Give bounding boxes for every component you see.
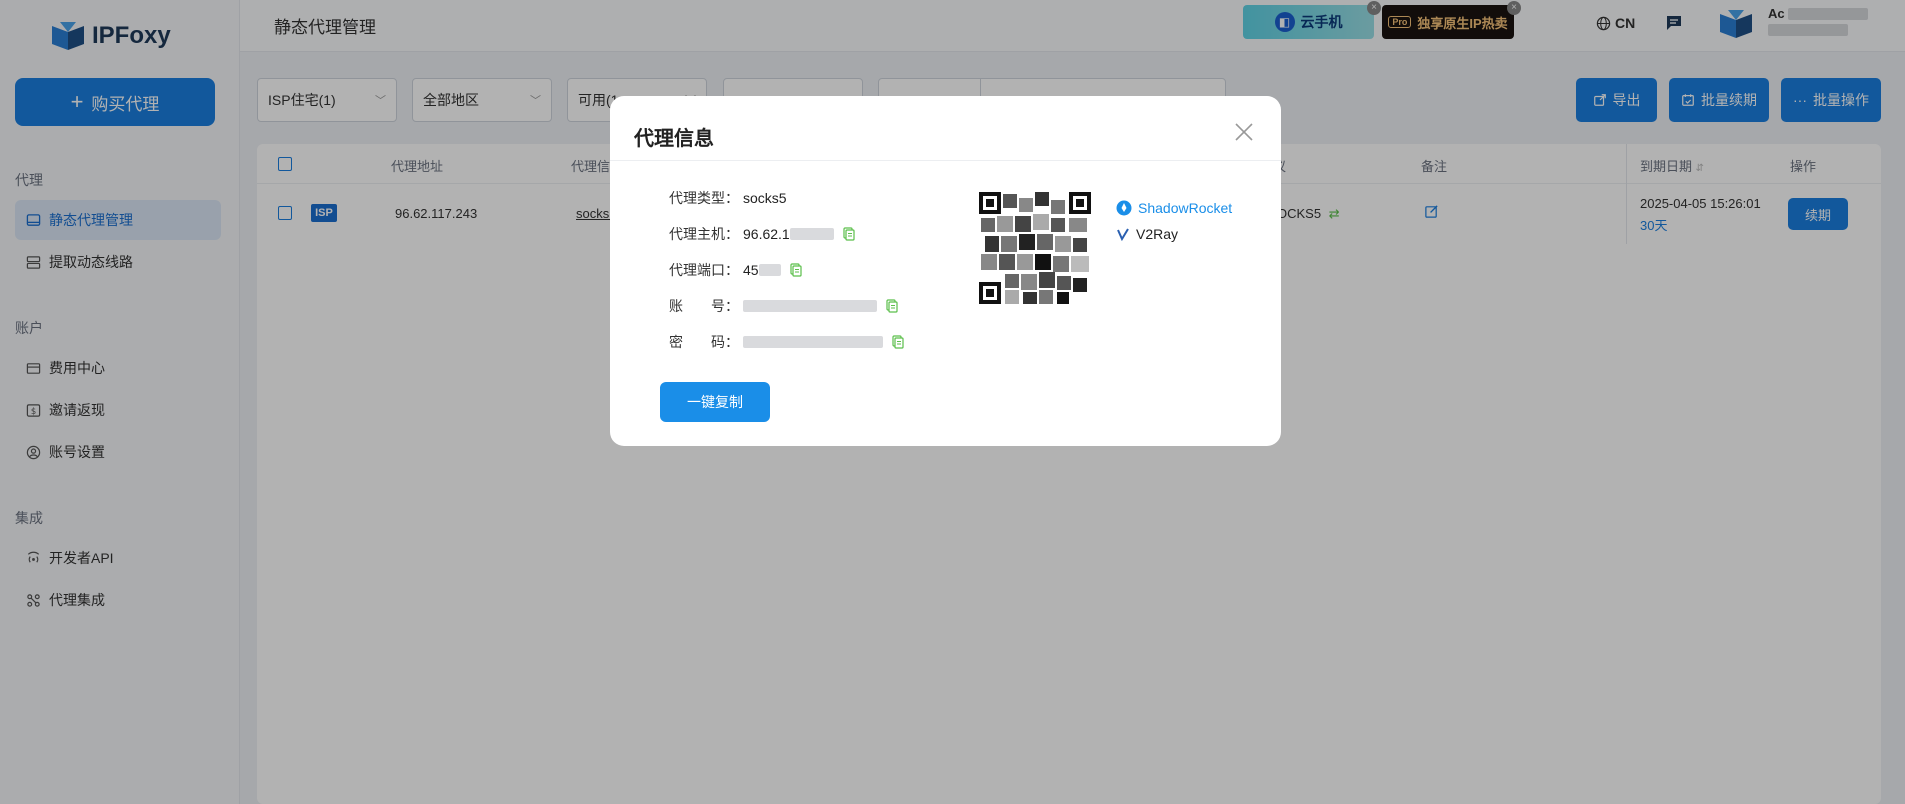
copy-icon[interactable] bbox=[891, 335, 905, 349]
proxy-type-row: 代理类型： socks5 bbox=[669, 188, 787, 208]
shadowrocket-link[interactable]: ShadowRocket bbox=[1116, 200, 1232, 216]
modal-divider bbox=[610, 160, 1281, 161]
proxy-info-modal: 代理信息 代理类型： socks5 代理主机： 96.62.1 代理端口： 45… bbox=[610, 96, 1281, 446]
proxy-port-value: 45 bbox=[743, 262, 759, 278]
proxy-host-value: 96.62.1 bbox=[743, 226, 790, 242]
proxy-type-value: socks5 bbox=[743, 190, 787, 206]
v2ray-icon bbox=[1117, 228, 1129, 241]
proxy-port-masked bbox=[758, 264, 781, 276]
proxy-host-masked bbox=[789, 228, 834, 240]
copy-icon[interactable] bbox=[842, 227, 856, 241]
proxy-type-label: 代理类型： bbox=[669, 190, 739, 206]
copy-icon[interactable] bbox=[789, 263, 803, 277]
shadowrocket-icon bbox=[1116, 200, 1132, 216]
account-label: 账 号： bbox=[669, 298, 739, 314]
copy-all-button[interactable]: 一键复制 bbox=[660, 382, 770, 422]
account-masked bbox=[743, 300, 877, 312]
proxy-host-label: 代理主机： bbox=[669, 226, 739, 242]
password-row: 密 码： bbox=[669, 332, 905, 352]
proxy-host-row: 代理主机： 96.62.1 bbox=[669, 224, 856, 244]
v2ray-link[interactable]: V2Ray bbox=[1116, 226, 1178, 242]
password-label: 密 码： bbox=[669, 334, 739, 350]
proxy-port-label: 代理端口： bbox=[669, 262, 739, 278]
proxy-port-row: 代理端口： 45 bbox=[669, 260, 803, 280]
account-row: 账 号： bbox=[669, 296, 899, 316]
password-masked bbox=[743, 336, 883, 348]
v2ray-label: V2Ray bbox=[1136, 226, 1179, 242]
qr-code-image bbox=[975, 188, 1095, 308]
copy-icon[interactable] bbox=[885, 299, 899, 313]
modal-title: 代理信息 bbox=[634, 128, 714, 150]
shadowrocket-label: ShadowRocket bbox=[1138, 200, 1233, 216]
close-icon[interactable] bbox=[1232, 120, 1256, 144]
